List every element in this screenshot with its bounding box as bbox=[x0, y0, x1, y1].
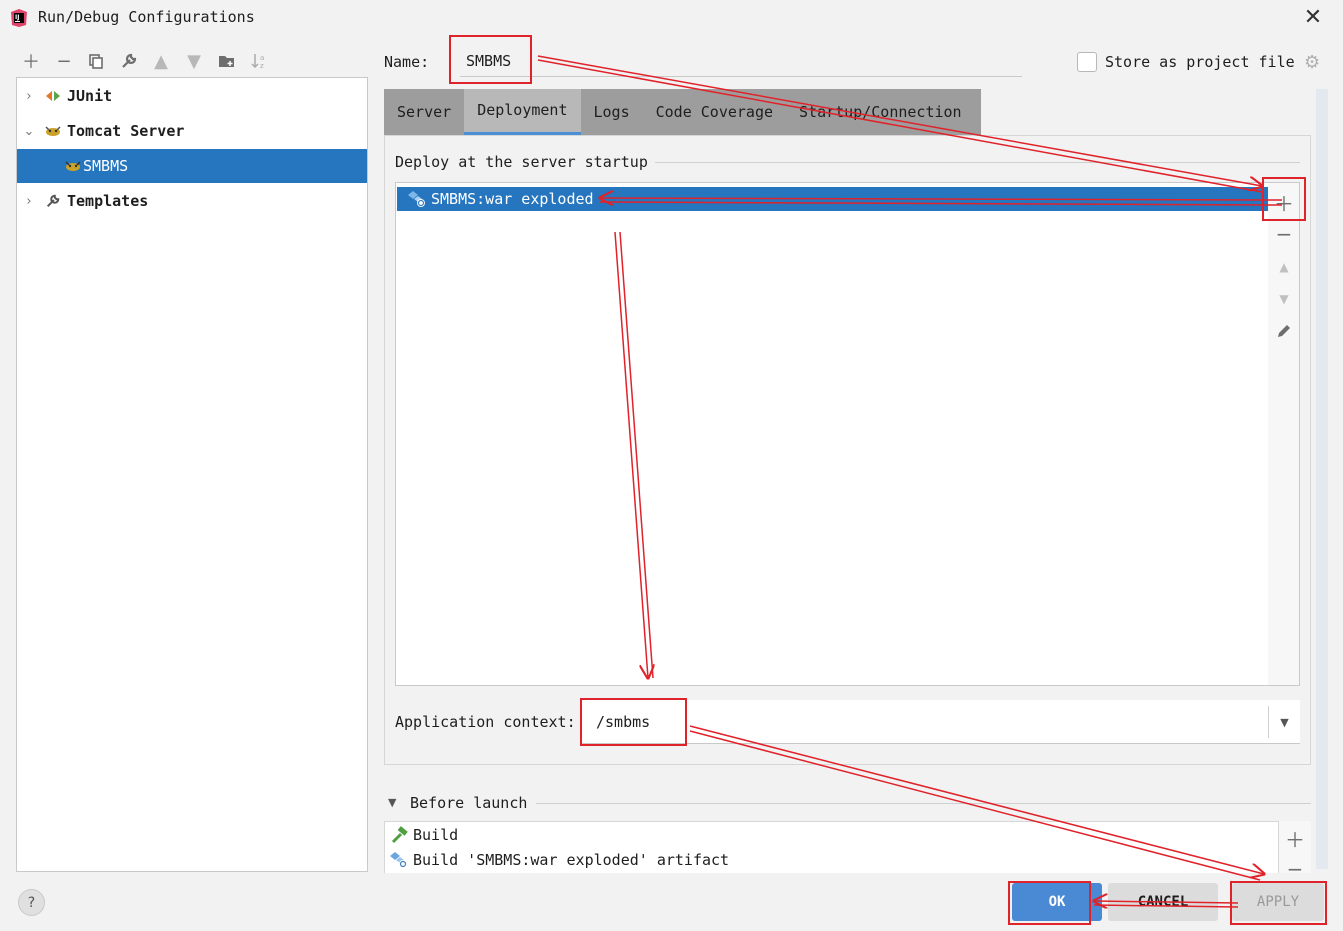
copy-icon[interactable] bbox=[85, 50, 107, 72]
move-up-icon[interactable]: ▲ bbox=[150, 50, 172, 72]
hammer-icon bbox=[389, 825, 409, 844]
app-context-combobox[interactable]: /smbms ▼ bbox=[582, 700, 1300, 744]
tree-item-junit[interactable]: › JUnit bbox=[17, 79, 367, 113]
svg-text:IJ: IJ bbox=[15, 14, 19, 21]
store-project-file-label[interactable]: Store as project file bbox=[1105, 53, 1295, 71]
scrollbar[interactable] bbox=[1316, 89, 1328, 869]
divider bbox=[655, 162, 1300, 163]
name-field[interactable]: SMBMS bbox=[460, 45, 1022, 77]
app-context-label: Application context: bbox=[395, 713, 576, 731]
cancel-button[interactable]: CANCEL bbox=[1108, 883, 1218, 921]
close-icon[interactable]: ✕ bbox=[1303, 7, 1323, 29]
new-folder-icon[interactable] bbox=[216, 50, 238, 72]
divider bbox=[536, 803, 1311, 804]
tree-item-label: JUnit bbox=[67, 87, 113, 105]
item-label: Build bbox=[413, 825, 459, 844]
artifact-icon bbox=[407, 190, 427, 208]
junit-icon bbox=[43, 87, 63, 105]
before-launch-toolbar: ＋ − bbox=[1279, 821, 1311, 873]
window-title: Run/Debug Configurations bbox=[38, 8, 255, 26]
sort-icon[interactable]: az bbox=[248, 50, 270, 72]
tree-item-label: SMBMS bbox=[83, 157, 129, 175]
item-label: Build 'SMBMS:war exploded' artifact bbox=[413, 850, 730, 869]
tree-item-label: Templates bbox=[67, 192, 149, 210]
tree-item-label: Tomcat Server bbox=[67, 122, 185, 140]
intellij-icon: IJ bbox=[11, 9, 27, 27]
deployment-list[interactable]: SMBMS:war exploded bbox=[395, 182, 1269, 686]
app-context-value: /smbms bbox=[596, 713, 651, 731]
svg-text:a: a bbox=[260, 54, 264, 62]
tomcat-icon bbox=[63, 157, 83, 175]
chevron-down-icon[interactable]: ▼ bbox=[1268, 706, 1300, 738]
store-project-file-checkbox[interactable] bbox=[1077, 52, 1097, 72]
edit-icon[interactable] bbox=[1268, 318, 1300, 344]
name-label: Name: bbox=[384, 53, 430, 71]
move-down-icon[interactable]: ▼ bbox=[1268, 286, 1300, 312]
ok-button[interactable]: OK bbox=[1012, 883, 1102, 921]
artifact-icon bbox=[389, 851, 409, 869]
list-item[interactable]: Build bbox=[385, 822, 458, 847]
list-item[interactable]: Build 'SMBMS:war exploded' artifact bbox=[385, 847, 729, 872]
tab-logs[interactable]: Logs bbox=[581, 89, 643, 135]
add-icon[interactable]: ＋ bbox=[20, 50, 42, 73]
tree-item-smbms[interactable]: SMBMS bbox=[17, 149, 367, 183]
remove-icon[interactable]: − bbox=[1268, 221, 1300, 247]
wrench-icon bbox=[43, 192, 63, 210]
svg-text:z: z bbox=[260, 62, 264, 70]
tomcat-icon bbox=[43, 122, 63, 140]
remove-icon[interactable]: − bbox=[1279, 857, 1311, 873]
tab-server[interactable]: Server bbox=[384, 89, 464, 135]
tab-code-coverage[interactable]: Code Coverage bbox=[643, 89, 786, 135]
configuration-tree: › JUnit ⌄ Tomcat Server SMBMS › Template… bbox=[16, 77, 368, 872]
add-icon[interactable]: ＋ bbox=[1279, 825, 1311, 852]
before-launch-label[interactable]: Before launch bbox=[410, 794, 527, 812]
before-launch-list[interactable]: Build Build 'SMBMS:war exploded' artifac… bbox=[384, 821, 1279, 873]
tree-item-templates[interactable]: › Templates bbox=[17, 184, 367, 218]
tab-deployment[interactable]: Deployment bbox=[464, 89, 581, 135]
tab-bar: Server Deployment Logs Code Coverage Sta… bbox=[384, 89, 981, 135]
tab-startup-connection[interactable]: Startup/Connection bbox=[786, 89, 975, 135]
remove-icon[interactable]: − bbox=[53, 50, 75, 72]
chevron-right-icon[interactable]: › bbox=[21, 194, 37, 209]
add-icon[interactable]: ＋ bbox=[1268, 189, 1300, 216]
chevron-right-icon[interactable]: › bbox=[21, 89, 37, 104]
wrench-icon[interactable] bbox=[118, 50, 140, 72]
list-item[interactable]: SMBMS:war exploded bbox=[397, 187, 1269, 211]
gear-icon[interactable]: ⚙ bbox=[1304, 52, 1320, 73]
deployment-toolbar: ＋ − ▲ ▼ bbox=[1268, 182, 1300, 686]
move-down-icon[interactable]: ▼ bbox=[183, 50, 205, 72]
artifact-label: SMBMS:war exploded bbox=[431, 190, 594, 208]
help-button[interactable]: ? bbox=[18, 889, 45, 916]
tree-item-tomcat-server[interactable]: ⌄ Tomcat Server bbox=[17, 114, 367, 148]
apply-button[interactable]: APPLY bbox=[1232, 883, 1324, 921]
move-up-icon[interactable]: ▲ bbox=[1268, 254, 1300, 280]
chevron-down-icon[interactable]: ⌄ bbox=[21, 124, 37, 139]
deploy-section-label: Deploy at the server startup bbox=[395, 153, 648, 171]
collapse-icon[interactable]: ▼ bbox=[388, 796, 396, 809]
